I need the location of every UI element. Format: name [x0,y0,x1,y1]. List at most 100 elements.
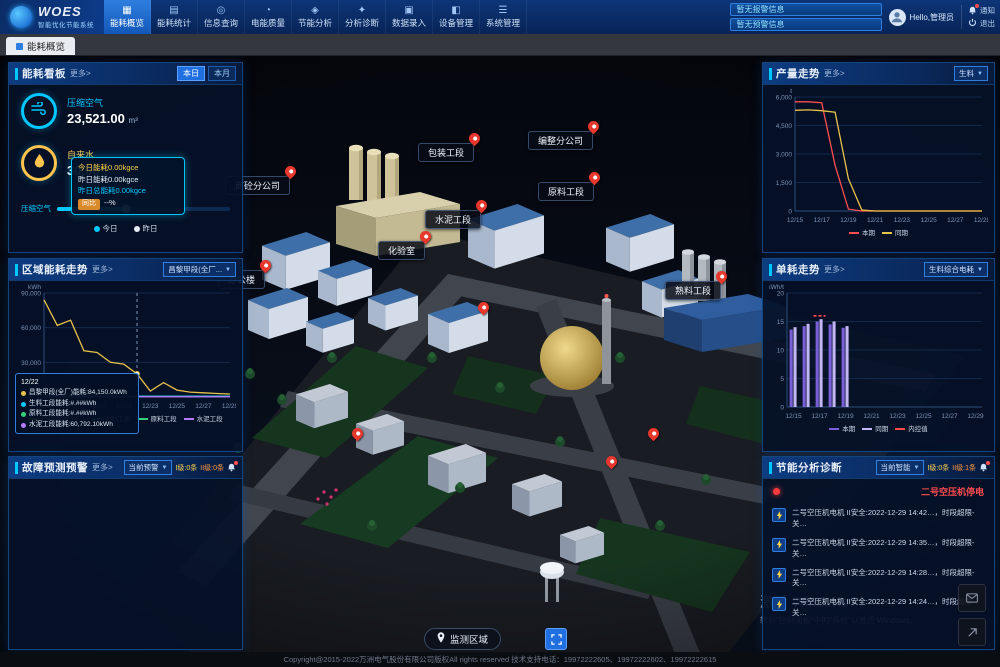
unit-trend-body: 0510152012/1512/1712/1912/2112/2312/2512… [763,283,994,433]
tab-energy-overview[interactable]: 能耗概览 [6,37,75,55]
tooltip-line-yesterday: 昨日能耗0.00kgce [78,174,178,186]
logout-label: 退出 [980,18,995,29]
app-title: WOES [38,5,94,19]
svg-text:12/21: 12/21 [867,217,884,224]
analysis-icon: ◈ [311,6,319,16]
tooltip-compare-row: 同比--% [78,197,178,210]
panel-title: 产量走势 [776,66,820,81]
nav-item-diagnosis[interactable]: ✦分析诊断 [339,0,386,34]
notification-dot [234,461,238,465]
nav-item-energy-saving-analysis[interactable]: ◈节能分析 [292,0,339,34]
nav-label: 系统管理 [486,17,520,29]
legend-item-today[interactable]: 今日 [94,223,118,234]
alarm-banner[interactable]: 暂无报警信息 [730,3,882,16]
diagnosis-list-item[interactable]: 二号空压机电机 II安全:2022-12-29 14:35…，时段超限-关… [763,534,994,564]
region-selector-dropdown[interactable]: 昌黎甲段(全厂...▼ [163,262,236,277]
diagnosis-list-item[interactable]: 二号空压机电机 II安全:2022-12-29 14:42…，时段超限-关… [763,504,994,534]
message-fab-button[interactable] [958,584,986,612]
gauge-label: 压缩空气 [67,96,138,109]
svg-text:10: 10 [777,348,785,355]
legend-item[interactable]: 水泥工段 [184,413,223,423]
toggle-month[interactable]: 本月 [208,66,236,81]
diagnosis-filter-dropdown[interactable]: 当前智能▼ [876,460,925,475]
product-selector-dropdown[interactable]: 生料▼ [954,66,988,81]
production-chart-legend: 本期 同期 [763,227,994,237]
legend-item[interactable]: 本期 [829,423,855,433]
nav-item-system-management[interactable]: ☰系统管理 [480,0,527,34]
chart-tooltip: 12/22 昌黎甲段(全厂)能耗:84,150.0kWh 生料工段能耗:#.##… [15,373,139,434]
scene-label-text: 包装工段 [428,148,464,158]
notify-button[interactable]: 通知 [968,5,995,16]
consumption-selector-dropdown[interactable]: 生料综合电耗▼ [924,262,988,277]
legend-swatch [862,428,872,430]
nav-item-energy-stats[interactable]: ▤能耗统计 [151,0,198,34]
nav-item-info-query[interactable]: ◎信息查询 [198,0,245,34]
nav-item-energy-overview[interactable]: ▦能耗概览 [104,0,151,34]
topbar-right: 暂无报警信息 暂无预警信息 Hello,管理员 通知 [730,0,1000,34]
more-link[interactable]: 更多> [92,264,113,275]
monitor-area-button[interactable]: 监测区域 [424,628,501,650]
gauge-value: 23,521.00 m³ [67,111,138,126]
more-link[interactable]: 更多> [824,264,845,275]
warning-filter-dropdown[interactable]: 当前预警▼ [124,460,173,475]
scene-label-clinker-section[interactable]: 熟料工段 [665,281,721,300]
svg-text:12/25: 12/25 [920,217,937,224]
svg-text:12/17: 12/17 [811,413,828,420]
lightning-icon [772,597,786,611]
fullscreen-button[interactable] [545,628,567,650]
location-pin-icon [437,632,445,646]
scene-label-braiding-branch[interactable]: 编整分公司 [528,131,593,150]
nav-item-data-entry[interactable]: ▣数据录入 [386,0,433,34]
bell-icon[interactable] [979,463,988,472]
svg-text:5: 5 [780,376,784,383]
warning-banner[interactable]: 暂无预警信息 [730,18,882,31]
legend-swatch [882,232,892,234]
legend-item[interactable]: 原料工段 [138,413,177,423]
level2-badge: II级:0条 [200,463,224,473]
scene-label-laboratory[interactable]: 化验室 [378,241,425,260]
legend-item[interactable]: 同期 [882,227,908,237]
header-accent [769,264,772,276]
scene-label-packing-section[interactable]: 包装工段 [418,143,474,162]
svg-text:4,500: 4,500 [776,123,793,130]
chevron-down-icon: ▼ [977,71,983,77]
user-area: Hello,管理员 [889,9,954,26]
lightning-icon [772,568,786,582]
share-fab-button[interactable] [958,618,986,646]
envelope-icon [966,593,978,603]
compare-tag: 同比 [78,199,100,210]
legend-item[interactable]: 本期 [849,227,875,237]
monitor-area-label: 监测区域 [450,632,488,646]
pager-label: 压缩空气 [21,203,51,214]
svg-text:kWh: kWh [28,284,41,291]
diagnosis-alert-row[interactable]: 二号空压机停电 [763,479,994,504]
bell-icon[interactable] [227,463,236,472]
user-avatar[interactable] [889,9,906,26]
panel-unit-consumption-trend: 单耗走势 更多> 生料综合电耗▼ 0510152012/1512/1712/19… [762,258,995,452]
nav-label: 电能质量 [251,17,285,29]
gauge-icon: ◔ [265,6,271,16]
level1-badge: I级:0条 [927,463,949,473]
gauge-ring [21,145,57,181]
more-link[interactable]: 更多> [92,462,113,473]
svg-text:1,500: 1,500 [776,180,793,187]
legend-item[interactable]: 同期 [862,423,888,433]
more-link[interactable]: 更多> [824,68,845,79]
more-link[interactable]: 更多> [70,68,91,79]
nav-item-power-quality[interactable]: ◔电能质量 [245,0,292,34]
svg-text:0: 0 [780,405,784,412]
toggle-day[interactable]: 本日 [177,66,205,81]
tooltip-line-total: 昨日总能耗0.00kgce [78,185,178,197]
settings-icon: ☰ [499,6,508,16]
panel-header: 区域能耗走势 更多> 昌黎甲段(全厂...▼ [9,259,242,281]
logout-button[interactable]: 退出 [968,18,995,29]
tooltip-row: 水泥工段能耗:60,792.10kWh [21,420,133,431]
nav-item-device-management[interactable]: ◧设备管理 [433,0,480,34]
panel-production-trend: 产量走势 更多> 生料▼ 01,5003,0004,5006,00012/151… [762,62,995,253]
legend-item[interactable]: 内控值 [895,423,928,433]
scene-label-raw-material-section[interactable]: 原料工段 [538,182,594,201]
header-accent [15,462,18,474]
scene-label-cement-section[interactable]: 水泥工段 [425,210,481,229]
legend-item-yesterday[interactable]: 昨日 [134,223,158,234]
svg-text:12/29: 12/29 [967,413,984,420]
